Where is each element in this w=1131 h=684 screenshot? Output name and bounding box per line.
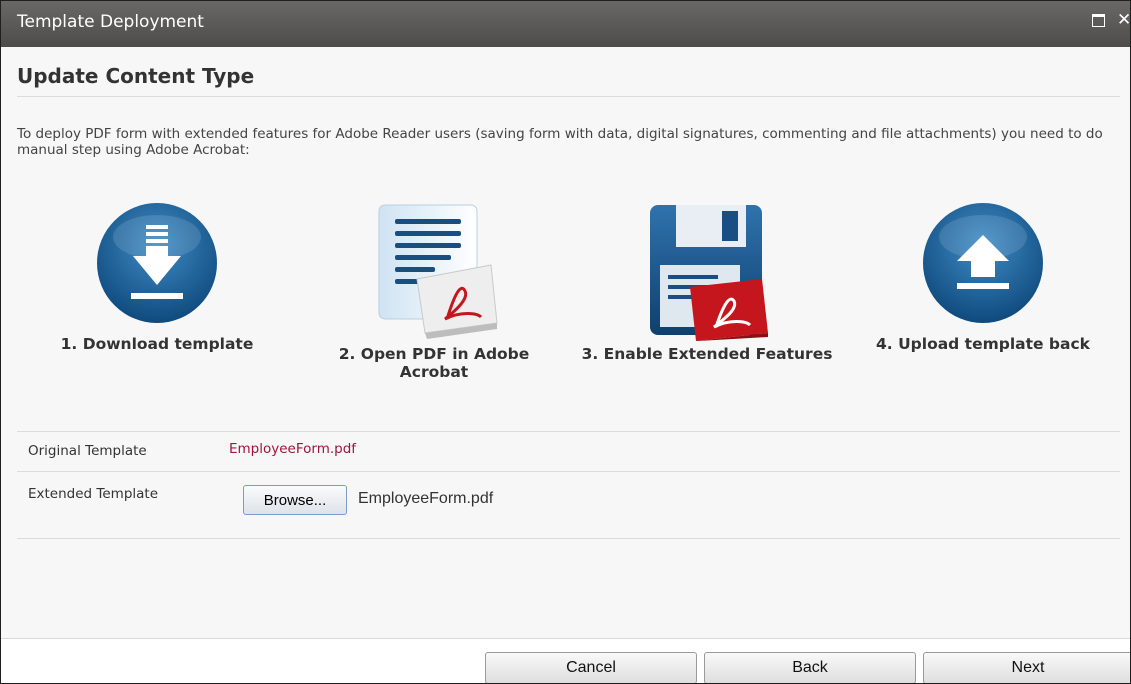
form-bottom-divider xyxy=(17,538,1120,539)
save-pdf-icon xyxy=(650,205,768,341)
step-1-label: 1. Download template xyxy=(60,335,254,353)
original-template-link[interactable]: EmployeeForm.pdf xyxy=(229,441,356,457)
step-4-label: 4. Upload template back xyxy=(876,335,1090,353)
step-upload: 4. Upload template back xyxy=(861,201,1105,353)
extended-template-label: Extended Template xyxy=(28,486,159,502)
form-top-divider xyxy=(17,431,1120,432)
browse-button[interactable]: Browse... xyxy=(243,485,347,515)
step-open-pdf: 2. Open PDF in Adobe Acrobat xyxy=(319,201,549,381)
extended-template-filename: EmployeeForm.pdf xyxy=(358,490,494,507)
back-button[interactable]: Back xyxy=(704,652,916,683)
title-bar: Template Deployment ✕ xyxy=(1,1,1130,47)
next-button[interactable]: Next xyxy=(923,652,1130,683)
intro-text: To deploy PDF form with extended feature… xyxy=(17,126,1103,158)
close-icon[interactable]: ✕ xyxy=(1117,10,1130,30)
step-enable-features: 3. Enable Extended Features xyxy=(567,201,847,363)
step-download: 1. Download template xyxy=(43,201,271,353)
step-2-label: 2. Open PDF in Adobe Acrobat xyxy=(338,345,530,381)
window-title: Template Deployment xyxy=(17,12,204,32)
page-heading: Update Content Type xyxy=(17,64,255,88)
form-row-divider xyxy=(17,471,1120,472)
template-deployment-dialog: Template Deployment ✕ Update Content Typ… xyxy=(0,0,1131,684)
maximize-icon[interactable] xyxy=(1092,14,1105,27)
step-3-label: 3. Enable Extended Features xyxy=(581,345,833,363)
original-template-label: Original Template xyxy=(28,443,147,459)
download-icon[interactable] xyxy=(95,201,219,325)
heading-divider xyxy=(17,96,1120,97)
upload-icon[interactable] xyxy=(921,201,1045,325)
pdf-document-icon xyxy=(378,204,498,339)
cancel-button[interactable]: Cancel xyxy=(485,652,697,683)
